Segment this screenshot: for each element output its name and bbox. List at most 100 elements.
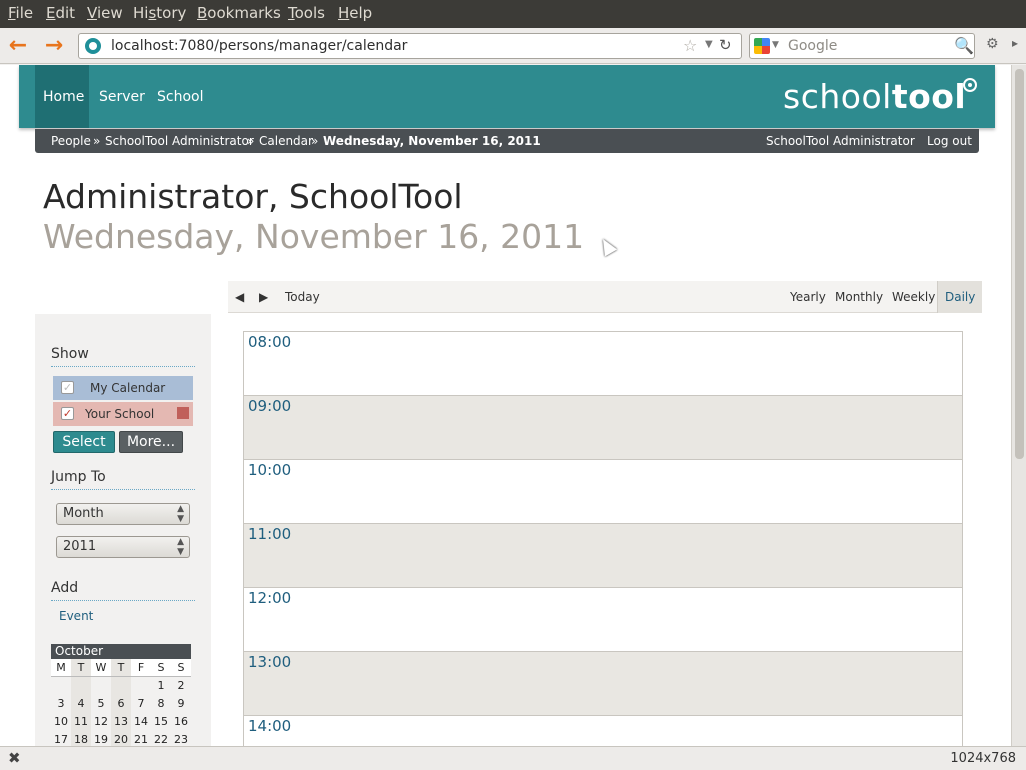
mini-calendar-day[interactable]: 1 bbox=[151, 677, 171, 695]
menu-help[interactable]: Help bbox=[338, 4, 372, 22]
hour-label[interactable]: 08:00 bbox=[248, 333, 291, 351]
crumb-current-date: Wednesday, November 16, 2011 bbox=[323, 134, 541, 148]
mini-calendar-day[interactable]: 14 bbox=[131, 713, 151, 731]
calendar-row-my-calendar[interactable]: ✓ My Calendar bbox=[53, 376, 193, 400]
hour-slot[interactable]: 11:00 bbox=[244, 524, 962, 588]
mini-calendar-day bbox=[71, 677, 91, 695]
mini-calendar-day[interactable]: 17 bbox=[51, 731, 71, 746]
bookmark-star-icon[interactable]: ☆ bbox=[683, 36, 697, 55]
reload-icon[interactable]: ↻ bbox=[719, 36, 739, 54]
site-favicon-icon bbox=[85, 38, 101, 54]
day-view-grid: 08:00 09:00 10:00 11:00 12:00 13:00 14:00 bbox=[243, 331, 963, 746]
mini-calendar-day bbox=[51, 677, 71, 695]
jump-month-select[interactable]: Month ▲ ▼ bbox=[56, 503, 190, 525]
url-dropdown-icon[interactable]: ▼ bbox=[705, 39, 713, 50]
mini-calendar-day[interactable]: 22 bbox=[151, 731, 171, 746]
view-monthly[interactable]: Monthly bbox=[835, 290, 883, 304]
hour-slot[interactable]: 12:00 bbox=[244, 588, 962, 652]
mini-calendar-month[interactable]: October bbox=[51, 644, 191, 659]
close-icon[interactable]: ✖ bbox=[8, 749, 21, 767]
prev-arrow-icon[interactable]: ◀ bbox=[235, 290, 244, 304]
divider bbox=[51, 489, 195, 490]
menu-file[interactable]: File bbox=[8, 4, 33, 22]
jump-to-heading: Jump To bbox=[51, 469, 106, 485]
add-event-link[interactable]: Event bbox=[59, 609, 93, 623]
today-button[interactable]: Today bbox=[285, 290, 320, 304]
menu-tools[interactable]: Tools bbox=[288, 4, 325, 22]
crumb-calendar[interactable]: Calendar bbox=[259, 134, 313, 148]
checkbox-your-school[interactable]: ✓ bbox=[61, 407, 74, 420]
mini-calendar-day[interactable]: 16 bbox=[171, 713, 191, 731]
mini-calendar-day[interactable]: 21 bbox=[131, 731, 151, 746]
mini-calendar-weekday: W bbox=[91, 659, 111, 677]
logged-in-user[interactable]: SchoolTool Administrator bbox=[766, 134, 915, 148]
nav-school[interactable]: School bbox=[157, 89, 203, 105]
mini-calendar-weekday: M bbox=[51, 659, 71, 677]
crumb-user[interactable]: SchoolTool Administrator bbox=[105, 134, 254, 148]
search-placeholder[interactable]: Google bbox=[788, 38, 837, 54]
hour-label[interactable]: 10:00 bbox=[248, 461, 291, 479]
mini-calendar-day[interactable]: 5 bbox=[91, 695, 111, 713]
hour-slot[interactable]: 14:00 bbox=[244, 716, 962, 746]
hour-slot[interactable]: 09:00 bbox=[244, 396, 962, 460]
view-yearly[interactable]: Yearly bbox=[790, 290, 826, 304]
url-bar[interactable]: localhost:7080/persons/manager/calendar … bbox=[78, 33, 742, 59]
hour-label[interactable]: 11:00 bbox=[248, 525, 291, 543]
menu-history[interactable]: History bbox=[133, 4, 186, 22]
hour-label[interactable]: 14:00 bbox=[248, 717, 291, 735]
mini-calendar-day[interactable]: 9 bbox=[171, 695, 191, 713]
addon-icon[interactable]: ⚙ bbox=[986, 36, 999, 52]
mini-calendar-day[interactable]: 19 bbox=[91, 731, 111, 746]
mini-calendar-day[interactable]: 8 bbox=[151, 695, 171, 713]
mini-calendar-day[interactable]: 23 bbox=[171, 731, 191, 746]
google-engine-icon[interactable] bbox=[754, 38, 770, 54]
mini-calendar-day[interactable]: 2 bbox=[171, 677, 191, 695]
mini-calendar-day[interactable]: 3 bbox=[51, 695, 71, 713]
next-arrow-icon[interactable]: ▶ bbox=[259, 290, 268, 304]
forward-arrow-icon[interactable]: → bbox=[40, 33, 68, 59]
more-button[interactable]: More... bbox=[119, 431, 183, 453]
view-daily[interactable]: Daily bbox=[937, 281, 983, 313]
menu-view[interactable]: View bbox=[87, 4, 123, 22]
mini-calendar-weekday: S bbox=[171, 659, 191, 677]
mini-calendar-day[interactable]: 13 bbox=[111, 713, 131, 731]
nav-home[interactable]: Home bbox=[43, 89, 84, 105]
engine-dropdown-icon[interactable]: ▼ bbox=[772, 40, 779, 50]
scrollbar-thumb[interactable] bbox=[1015, 69, 1024, 459]
mini-calendar-day[interactable]: 20 bbox=[111, 731, 131, 746]
mini-calendar-day[interactable]: 11 bbox=[71, 713, 91, 731]
hour-label[interactable]: 13:00 bbox=[248, 653, 291, 671]
back-arrow-icon[interactable]: ← bbox=[4, 33, 32, 59]
menu-bookmarks[interactable]: Bookmarks bbox=[197, 4, 281, 22]
search-icon[interactable]: 🔍 bbox=[954, 36, 974, 55]
hour-label[interactable]: 12:00 bbox=[248, 589, 291, 607]
url-text[interactable]: localhost:7080/persons/manager/calendar bbox=[111, 38, 407, 54]
hour-slot[interactable]: 08:00 bbox=[244, 332, 962, 396]
mini-calendar-day[interactable]: 6 bbox=[111, 695, 131, 713]
hour-slot[interactable]: 10:00 bbox=[244, 460, 962, 524]
mini-calendar-day[interactable]: 18 bbox=[71, 731, 91, 746]
select-button[interactable]: Select bbox=[53, 431, 115, 453]
toolbar-overflow-icon[interactable]: ▸ bbox=[1012, 36, 1018, 50]
page-title: Administrator, SchoolTool bbox=[43, 177, 463, 216]
vertical-scrollbar[interactable] bbox=[1011, 65, 1026, 746]
mini-calendar-day[interactable]: 4 bbox=[71, 695, 91, 713]
logout-link[interactable]: Log out bbox=[927, 134, 972, 148]
view-weekly[interactable]: Weekly bbox=[892, 290, 935, 304]
calendar-row-your-school[interactable]: ✓ Your School bbox=[53, 402, 193, 426]
mini-calendar-day bbox=[91, 677, 111, 695]
mini-calendar-day[interactable]: 7 bbox=[131, 695, 151, 713]
mini-calendar-day[interactable]: 15 bbox=[151, 713, 171, 731]
crumb-people[interactable]: People bbox=[51, 134, 91, 148]
hour-slot[interactable]: 13:00 bbox=[244, 652, 962, 716]
mini-calendar-day[interactable]: 12 bbox=[91, 713, 111, 731]
schooltool-logo[interactable]: schooltool bbox=[783, 77, 966, 116]
nav-server[interactable]: Server bbox=[99, 89, 145, 105]
jump-year-select[interactable]: 2011 ▲ ▼ bbox=[56, 536, 190, 558]
search-bar[interactable]: ▼ Google 🔍 bbox=[749, 33, 975, 59]
checkbox-my-calendar[interactable]: ✓ bbox=[61, 381, 74, 394]
mini-calendar-day[interactable]: 10 bbox=[51, 713, 71, 731]
hour-label[interactable]: 09:00 bbox=[248, 397, 291, 415]
menu-edit[interactable]: Edit bbox=[46, 4, 75, 22]
logo-ring-icon bbox=[963, 78, 977, 92]
